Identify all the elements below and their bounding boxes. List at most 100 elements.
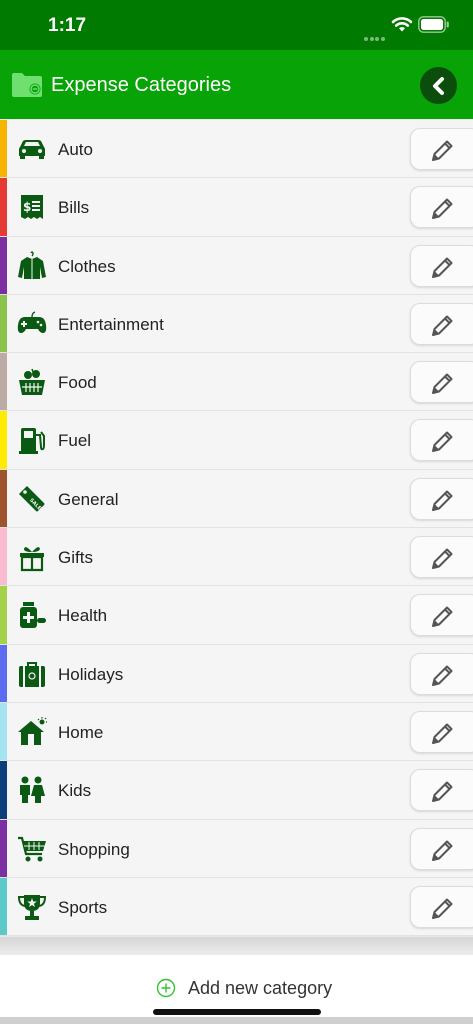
pencil-icon — [432, 723, 453, 744]
category-row-kids[interactable]: Kids — [0, 761, 473, 820]
category-label: Gifts — [58, 548, 93, 568]
category-color-strip — [0, 469, 7, 528]
add-category-label: Add new category — [188, 977, 333, 998]
app-header: Expense Categories — [0, 50, 473, 119]
category-row-bills[interactable]: $ Bills — [0, 178, 473, 237]
pencil-icon — [432, 840, 453, 861]
footer-divider — [0, 937, 473, 955]
category-color-strip — [0, 294, 7, 353]
category-color-strip — [0, 819, 7, 877]
edit-button[interactable] — [410, 361, 473, 404]
category-label: Kids — [58, 781, 92, 801]
category-color-strip — [0, 644, 7, 702]
food-basket-icon — [19, 368, 45, 396]
edit-button[interactable] — [410, 302, 473, 345]
wifi-icon — [391, 17, 413, 32]
category-list: Auto $ Bills Clothes Entertainment Food … — [0, 120, 473, 937]
category-color-strip — [0, 120, 7, 178]
add-category-button[interactable]: Add new category — [156, 975, 332, 1001]
shopping-cart-icon — [18, 836, 46, 862]
category-label: Auto — [58, 140, 93, 159]
category-row-clothes[interactable]: Clothes — [0, 236, 473, 295]
category-color-strip — [0, 353, 7, 411]
fuel-pump-icon — [19, 428, 45, 455]
pencil-icon — [432, 198, 453, 220]
status-bar: 1:17 — [0, 0, 473, 50]
sale-tag-icon: SALE — [19, 485, 45, 512]
battery-icon — [418, 16, 449, 33]
category-label: Holidays — [58, 664, 124, 684]
category-row-auto[interactable]: Auto — [0, 120, 473, 179]
edit-button[interactable] — [410, 477, 473, 520]
plus-circle-icon — [156, 978, 176, 998]
gift-icon — [20, 547, 44, 572]
category-row-home[interactable]: Home — [0, 702, 473, 762]
pencil-icon — [432, 140, 453, 161]
cellular-signal-icon — [364, 28, 386, 41]
pencil-icon — [432, 431, 453, 453]
suitcase-icon — [19, 661, 45, 687]
status-time: 1:17 — [48, 15, 87, 36]
category-label: Bills — [58, 198, 90, 218]
category-row-holidays[interactable]: Holidays — [0, 644, 473, 703]
back-button[interactable] — [420, 67, 457, 104]
category-label: General — [58, 489, 119, 509]
edit-button[interactable] — [410, 652, 473, 695]
gamepad-icon — [17, 311, 47, 333]
category-label: Fuel — [58, 431, 92, 451]
category-row-entertainment[interactable]: Entertainment — [0, 294, 473, 354]
kids-icon — [20, 776, 45, 804]
svg-text:$: $ — [23, 200, 31, 214]
category-color-strip — [0, 528, 7, 586]
pencil-icon — [432, 373, 453, 395]
jacket-icon — [18, 250, 46, 279]
category-label: Shopping — [58, 839, 130, 859]
category-label: Sports — [58, 897, 108, 917]
edit-button[interactable] — [410, 769, 473, 812]
category-label: Home — [58, 722, 104, 742]
category-row-general[interactable]: SALE General — [0, 469, 473, 529]
edit-button[interactable] — [410, 827, 473, 870]
pencil-icon — [432, 315, 453, 336]
edit-button[interactable] — [410, 244, 473, 287]
medicine-icon — [20, 602, 46, 629]
category-label: Entertainment — [58, 314, 164, 334]
pencil-icon — [432, 665, 453, 686]
pencil-icon — [432, 490, 453, 511]
category-label: Health — [58, 606, 108, 626]
pencil-icon — [432, 257, 453, 278]
page-title: Expense Categories — [51, 74, 232, 96]
category-row-health[interactable]: Health — [0, 586, 473, 645]
home-indicator[interactable] — [153, 1009, 321, 1015]
category-color-strip — [0, 877, 7, 936]
category-row-shopping[interactable]: Shopping — [0, 819, 473, 878]
edit-button[interactable] — [410, 594, 473, 637]
category-row-food[interactable]: Food — [0, 353, 473, 412]
pencil-icon — [432, 548, 453, 570]
house-icon — [18, 716, 47, 745]
category-label: Food — [58, 373, 97, 393]
category-color-strip — [0, 761, 7, 819]
edit-button[interactable] — [410, 885, 473, 928]
edit-button[interactable] — [410, 710, 473, 753]
edit-button[interactable] — [410, 186, 473, 229]
category-row-sports[interactable]: Sports — [0, 877, 473, 937]
edit-button[interactable] — [410, 128, 473, 170]
category-color-strip — [0, 411, 7, 469]
category-color-strip — [0, 586, 7, 644]
pencil-icon — [432, 781, 453, 803]
edit-button[interactable] — [410, 536, 473, 579]
pencil-icon — [432, 898, 453, 919]
bill-icon: $ — [21, 195, 43, 220]
car-icon — [19, 140, 45, 159]
bottom-strip — [0, 1017, 473, 1024]
folder-icon — [12, 73, 42, 97]
category-row-fuel[interactable]: Fuel — [0, 411, 473, 470]
category-row-gifts[interactable]: Gifts — [0, 528, 473, 587]
edit-button[interactable] — [410, 419, 473, 462]
category-color-strip — [0, 236, 7, 294]
pencil-icon — [432, 606, 453, 628]
category-label: Clothes — [58, 256, 116, 276]
category-color-strip — [0, 178, 7, 236]
chevron-left-icon — [432, 76, 444, 95]
